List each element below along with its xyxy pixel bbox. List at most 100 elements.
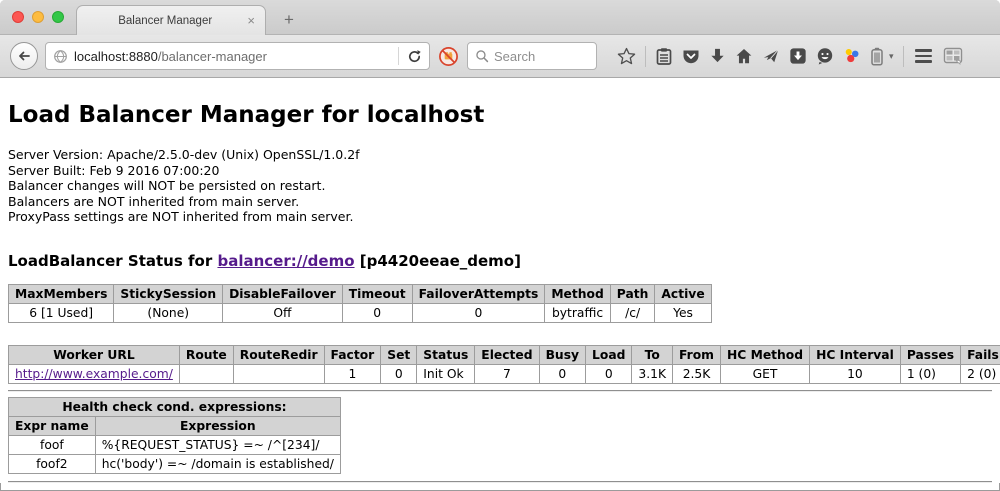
column-header: StickySession (114, 284, 223, 303)
home-icon (735, 47, 753, 65)
server-built-line: Server Built: Feb 9 2016 07:00:20 (8, 163, 992, 179)
table-cell: /c/ (610, 303, 655, 322)
table-cell: Off (223, 303, 343, 322)
column-header: Timeout (342, 284, 412, 303)
addon-download-icon (789, 47, 807, 65)
browser-window: Balancer Manager × + localhost:8880/bala… (0, 0, 1000, 491)
table-cell: bytraffic (545, 303, 610, 322)
heading-suffix: [p4420eeae_demo] (355, 252, 521, 270)
close-window-button[interactable] (12, 11, 24, 23)
toolbar-separator (645, 46, 646, 67)
worker-status-table: Worker URLRouteRouteRedirFactorSetStatus… (8, 345, 1000, 384)
column-header: RouteRedir (233, 345, 324, 364)
balancer-settings-table: MaxMembersStickySessionDisableFailoverTi… (8, 284, 712, 323)
tab-groups-button[interactable] (943, 47, 963, 65)
bookmark-star-icon (617, 47, 636, 66)
addon-download-button[interactable] (789, 47, 807, 65)
table-row: foof2hc('body') =~ /domain is establishe… (9, 454, 341, 473)
table-cell: hc('body') =~ /domain is established/ (95, 454, 340, 473)
server-info: Server Version: Apache/2.5.0-dev (Unix) … (8, 147, 992, 225)
minimize-window-button[interactable] (32, 11, 44, 23)
table-cell: 0 (586, 364, 632, 383)
table-cell: (None) (114, 303, 223, 322)
column-header: Set (381, 345, 417, 364)
battery-button[interactable] (870, 47, 884, 66)
column-header: Method (545, 284, 610, 303)
table-title-row: Health check cond. expressions: (9, 397, 341, 416)
battery-icon (870, 47, 884, 66)
column-header: Path (610, 284, 655, 303)
send-tab-button[interactable] (762, 47, 780, 65)
chat-smiley-icon (816, 47, 834, 65)
server-version-line: Server Version: Apache/2.5.0-dev (Unix) … (8, 147, 992, 163)
url-host: localhost:8880 (74, 49, 158, 64)
table-cell: 2.5K (673, 364, 721, 383)
column-header: Worker URL (9, 345, 180, 364)
back-icon (16, 48, 32, 64)
worker-url-link[interactable]: http://www.example.com/ (15, 367, 173, 381)
colored-dots-icon (843, 47, 861, 65)
notice-line: ProxyPass settings are NOT inherited fro… (8, 209, 992, 225)
table-cell: http://www.example.com/ (9, 364, 180, 383)
heading-prefix: LoadBalancer Status for (8, 252, 217, 270)
table-cell: 1 (0) (900, 364, 960, 383)
extension-dots-button[interactable] (843, 47, 861, 65)
table-cell: 3.1K (632, 364, 673, 383)
column-header: DisableFailover (223, 284, 343, 303)
window-controls (12, 11, 64, 23)
home-button[interactable] (735, 47, 753, 65)
health-check-table: Health check cond. expressions: Expr nam… (8, 397, 341, 474)
table-cell: 0 (381, 364, 417, 383)
column-header: HC Interval (810, 345, 901, 364)
download-icon (709, 47, 726, 65)
url-bar[interactable]: localhost:8880/balancer-manager (45, 42, 430, 70)
table-cell: 2 (0) (961, 364, 1000, 383)
dropdown-caret-icon[interactable]: ▾ (889, 51, 894, 62)
zoom-window-button[interactable] (52, 11, 64, 23)
table-cell: Yes (655, 303, 711, 322)
menu-button[interactable] (913, 47, 934, 65)
table-header-row: MaxMembersStickySessionDisableFailoverTi… (9, 284, 712, 303)
table-cell: 10 (810, 364, 901, 383)
reload-button[interactable] (399, 43, 429, 69)
close-tab-icon[interactable]: × (245, 13, 257, 28)
page-content: Load Balancer Manager for localhost Serv… (0, 78, 1000, 483)
url-display[interactable]: localhost:8880/balancer-manager (74, 49, 398, 64)
tab-balancer-manager[interactable]: Balancer Manager × (76, 5, 266, 35)
column-header: HC Method (721, 345, 810, 364)
column-header: To (632, 345, 673, 364)
column-header: MaxMembers (9, 284, 114, 303)
back-button[interactable] (10, 42, 38, 70)
toolbar-buttons: ▾ (617, 46, 963, 67)
table-cell: foof (9, 435, 96, 454)
page-title: Load Balancer Manager for localhost (8, 78, 992, 128)
plugin-blocked-button[interactable] (438, 46, 459, 67)
table-cell (233, 364, 324, 383)
column-header: Route (179, 345, 233, 364)
column-header: Busy (539, 345, 585, 364)
bookmarks-menu-button[interactable] (655, 47, 673, 66)
titlebar: Balancer Manager × + (0, 0, 1000, 35)
toolbar-separator (903, 46, 904, 67)
globe-icon (53, 49, 68, 64)
pocket-icon (682, 48, 700, 65)
chat-button[interactable] (816, 47, 834, 65)
column-header: Load (586, 345, 632, 364)
search-bar[interactable] (467, 42, 597, 70)
downloads-button[interactable] (709, 47, 726, 65)
balancer-status-heading: LoadBalancer Status for balancer://demo … (8, 252, 992, 270)
search-input[interactable] (494, 49, 586, 64)
table-cell: 1 (324, 364, 381, 383)
search-icon (475, 49, 489, 63)
column-header: Passes (900, 345, 960, 364)
new-tab-button[interactable]: + (278, 10, 300, 30)
pocket-button[interactable] (682, 48, 700, 65)
column-header: Elected (475, 345, 539, 364)
table-row: 6 [1 Used](None)Off00bytraffic/c/Yes (9, 303, 712, 322)
balancer-demo-link[interactable]: balancer://demo (217, 252, 354, 270)
bookmark-star-button[interactable] (617, 47, 636, 66)
column-header: From (673, 345, 721, 364)
tab-grid-icon (943, 47, 963, 65)
table-cell: %{REQUEST_STATUS} =~ /^[234]/ (95, 435, 340, 454)
column-header: Active (655, 284, 711, 303)
